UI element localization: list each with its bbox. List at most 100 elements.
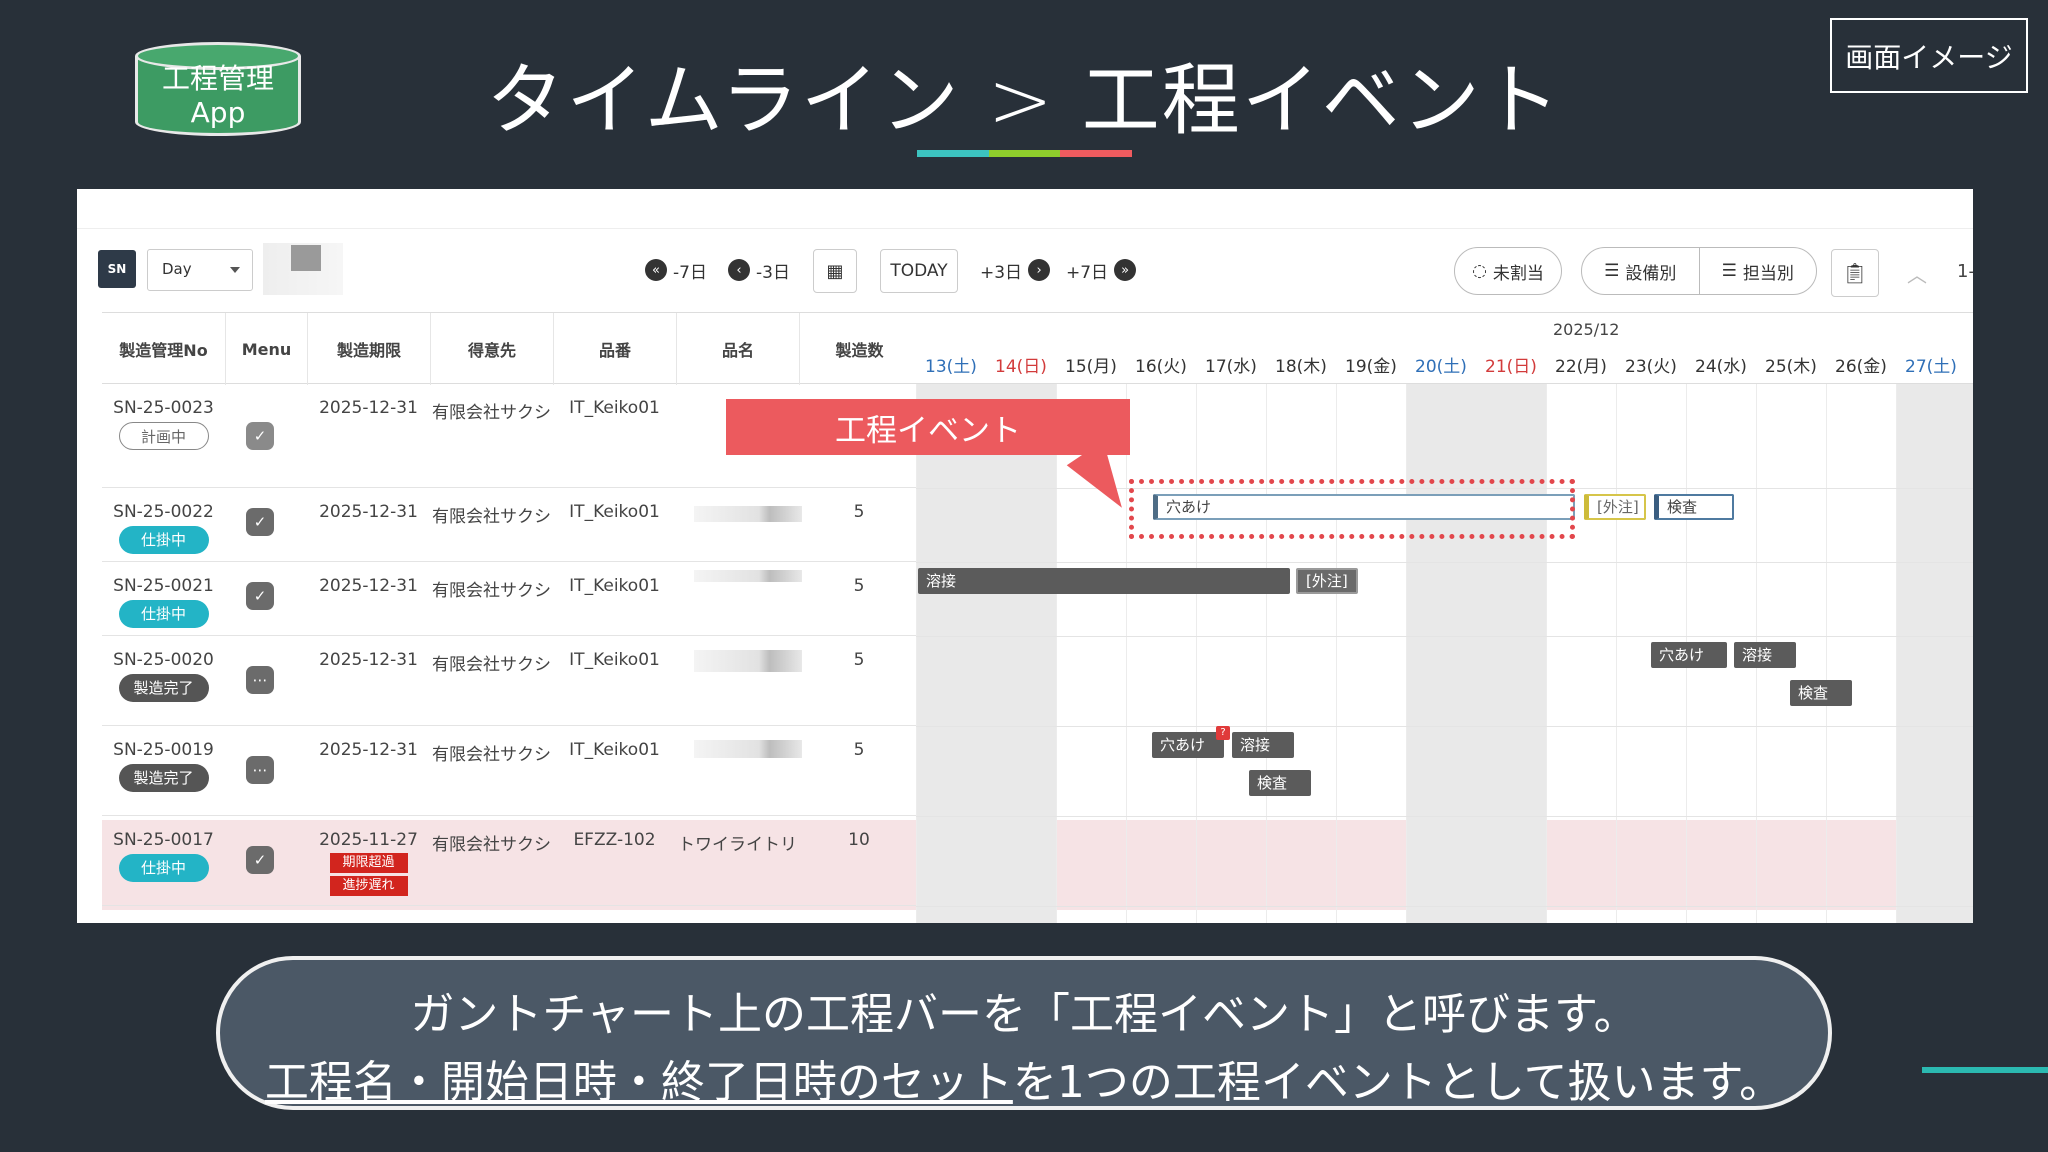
deadline-cell: 2025-12-31 bbox=[319, 398, 418, 418]
col-header-part[interactable]: 品番 bbox=[553, 313, 676, 385]
more-icon[interactable]: ⋯ bbox=[246, 666, 274, 694]
table-row[interactable]: SN-25-0017 仕掛中 ✓ 2025-11-27 期限超過 進捗遅れ 有限… bbox=[102, 816, 919, 906]
customer-cell: 有限会社サクシ bbox=[432, 655, 551, 675]
next-3-days-button[interactable]: +3日 › bbox=[980, 257, 1051, 283]
day-column bbox=[1546, 384, 1616, 923]
warning-flag-icon[interactable]: ? bbox=[1216, 726, 1230, 740]
process-event-bar[interactable]: 溶接 bbox=[1232, 732, 1294, 758]
process-event-bar[interactable]: 検査 bbox=[1249, 770, 1311, 796]
day-header: 24(水) bbox=[1695, 357, 1747, 377]
col-header-customer[interactable]: 得意先 bbox=[430, 313, 553, 385]
table-row[interactable]: SN-25-0021 仕掛中 ✓ 2025-12-31 有限会社サクシ IT_K… bbox=[102, 562, 919, 636]
deadline-cell: 2025-12-31 bbox=[319, 740, 418, 760]
calendar-button[interactable]: ▦ bbox=[813, 249, 857, 293]
col-header-deadline[interactable]: 製造期限 bbox=[307, 313, 430, 385]
weekend-column bbox=[1896, 384, 1973, 923]
callout-label: 工程イベント bbox=[726, 399, 1130, 455]
table-row[interactable]: SN-25-0022 仕掛中 ✓ 2025-12-31 有限会社サクシ IT_K… bbox=[102, 488, 919, 562]
clipboard-button[interactable]: 📋︎ bbox=[1831, 249, 1879, 297]
by-equipment-button[interactable]: ☰ 設備別 bbox=[1582, 248, 1699, 294]
app-screen: SN Day « -7日 ‹ -3日 ▦ TODAY +3日 › +7日 » ◌… bbox=[77, 189, 1973, 923]
day-header: 21(日) bbox=[1485, 357, 1537, 377]
day-column bbox=[1336, 384, 1406, 923]
row-no-cell: SN-25-0020 製造完了 bbox=[102, 650, 225, 702]
chevron-up-icon[interactable]: ︿ bbox=[1907, 259, 1927, 288]
check-circle-icon[interactable]: ✓ bbox=[246, 508, 274, 536]
status-badge: 計画中 bbox=[118, 422, 209, 450]
process-event-bar[interactable]: 穴あけ bbox=[1152, 732, 1224, 758]
more-icon[interactable]: ⋯ bbox=[246, 756, 274, 784]
day-header: 13(土) bbox=[925, 357, 977, 377]
day-header: 19(金) bbox=[1345, 357, 1397, 377]
calendar-icon: ▦ bbox=[826, 260, 844, 282]
list-icon: ☰ bbox=[1604, 261, 1620, 281]
table-row[interactable]: SN-25-0019 製造完了 ⋯ 2025-12-31 有限会社サクシ IT_… bbox=[102, 726, 919, 816]
caption-underlined: 工程名・開始日時・終了日時のセット bbox=[264, 1057, 1013, 1108]
prev-3-days-button[interactable]: ‹ -3日 bbox=[728, 257, 790, 283]
by-person-label: 担当別 bbox=[1742, 263, 1794, 284]
double-chevron-left-icon: « bbox=[645, 259, 667, 281]
col-header-no[interactable]: 製造管理No bbox=[102, 313, 225, 385]
day-column bbox=[1196, 384, 1266, 923]
screen-top-band bbox=[77, 189, 1973, 229]
prev-7-days-button[interactable]: « -7日 bbox=[645, 257, 707, 283]
process-event-bar[interactable]: 穴あけ bbox=[1651, 642, 1727, 668]
part-cell: IT_Keiko01 bbox=[569, 576, 660, 596]
by-person-button[interactable]: ☰ 担当別 bbox=[1698, 248, 1817, 294]
customer-cell: 有限会社サクシ bbox=[432, 581, 551, 601]
day-header: 20(土) bbox=[1415, 357, 1467, 377]
process-event-bar[interactable]: [外注] bbox=[1584, 494, 1646, 520]
qty-cell: 5 bbox=[853, 650, 865, 670]
today-button[interactable]: TODAY bbox=[880, 249, 958, 293]
row-no-cell: SN-25-0022 仕掛中 bbox=[102, 502, 225, 554]
prev-3-days-label: -3日 bbox=[756, 262, 790, 283]
deadline-cell: 2025-12-31 bbox=[319, 502, 418, 522]
row-no-cell: SN-25-0017 仕掛中 bbox=[102, 830, 225, 882]
check-circle-icon[interactable]: ✓ bbox=[246, 846, 274, 874]
row-no: SN-25-0017 bbox=[113, 830, 214, 850]
col-header-name[interactable]: 品名 bbox=[676, 313, 799, 385]
logo-icon[interactable]: SN bbox=[98, 250, 136, 288]
row-divider bbox=[916, 816, 1973, 817]
list-icon: ☰ bbox=[1721, 261, 1737, 281]
row-divider bbox=[916, 726, 1973, 727]
blurred-element bbox=[263, 243, 343, 295]
next-7-days-button[interactable]: +7日 » bbox=[1066, 257, 1137, 283]
status-badge: 仕掛中 bbox=[118, 526, 209, 554]
process-event-bar[interactable]: 検査 bbox=[1654, 494, 1734, 520]
grouping-toggle: ☰ 設備別 ☰ 担当別 bbox=[1581, 247, 1817, 295]
part-cell: IT_Keiko01 bbox=[569, 650, 660, 670]
caption-rest: を1つの工程イベントとして扱います。 bbox=[1012, 1057, 1784, 1108]
day-header: 22(月) bbox=[1555, 357, 1607, 377]
process-event-bar[interactable]: 溶接 bbox=[1734, 642, 1796, 668]
check-circle-icon[interactable]: ✓ bbox=[246, 422, 274, 450]
qty-cell: 5 bbox=[853, 576, 865, 596]
image-tag: 画面イメージ bbox=[1830, 18, 2028, 93]
blurred-name bbox=[694, 740, 802, 758]
customer-cell: 有限会社サクシ bbox=[432, 403, 551, 423]
table-row[interactable]: SN-25-0020 製造完了 ⋯ 2025-12-31 有限会社サクシ IT_… bbox=[102, 636, 919, 726]
day-header: 17(水) bbox=[1205, 357, 1257, 377]
weekend-column bbox=[1406, 384, 1546, 923]
deadline-text: 2025-11-27 bbox=[319, 830, 418, 850]
day-header: 18(木) bbox=[1275, 357, 1327, 377]
part-cell: IT_Keiko01 bbox=[569, 398, 660, 418]
next-3-days-label: +3日 bbox=[980, 262, 1023, 283]
row-no: SN-25-0022 bbox=[113, 502, 214, 522]
page-indicator: 1- bbox=[1957, 261, 1973, 282]
month-label: 2025/12 bbox=[1553, 320, 1620, 339]
part-cell: IT_Keiko01 bbox=[569, 740, 660, 760]
toolbar: SN Day « -7日 ‹ -3日 ▦ TODAY +3日 › +7日 » ◌… bbox=[77, 229, 1973, 309]
row-divider bbox=[916, 636, 1973, 637]
unassigned-button[interactable]: ◌ 未割当 bbox=[1454, 247, 1562, 295]
customer-cell: 有限会社サクシ bbox=[432, 507, 551, 527]
view-select[interactable]: Day bbox=[147, 249, 253, 291]
process-event-bar[interactable]: 溶接 bbox=[918, 568, 1290, 594]
clipboard-icon: 📋︎ bbox=[1842, 261, 1868, 285]
process-event-bar[interactable]: [外注] bbox=[1296, 568, 1358, 594]
day-header: 25(木) bbox=[1765, 357, 1817, 377]
check-circle-icon[interactable]: ✓ bbox=[246, 582, 274, 610]
process-event-bar[interactable]: 検査 bbox=[1790, 680, 1852, 706]
col-header-qty[interactable]: 製造数 bbox=[799, 313, 919, 385]
chevron-right-icon: › bbox=[1028, 259, 1051, 281]
